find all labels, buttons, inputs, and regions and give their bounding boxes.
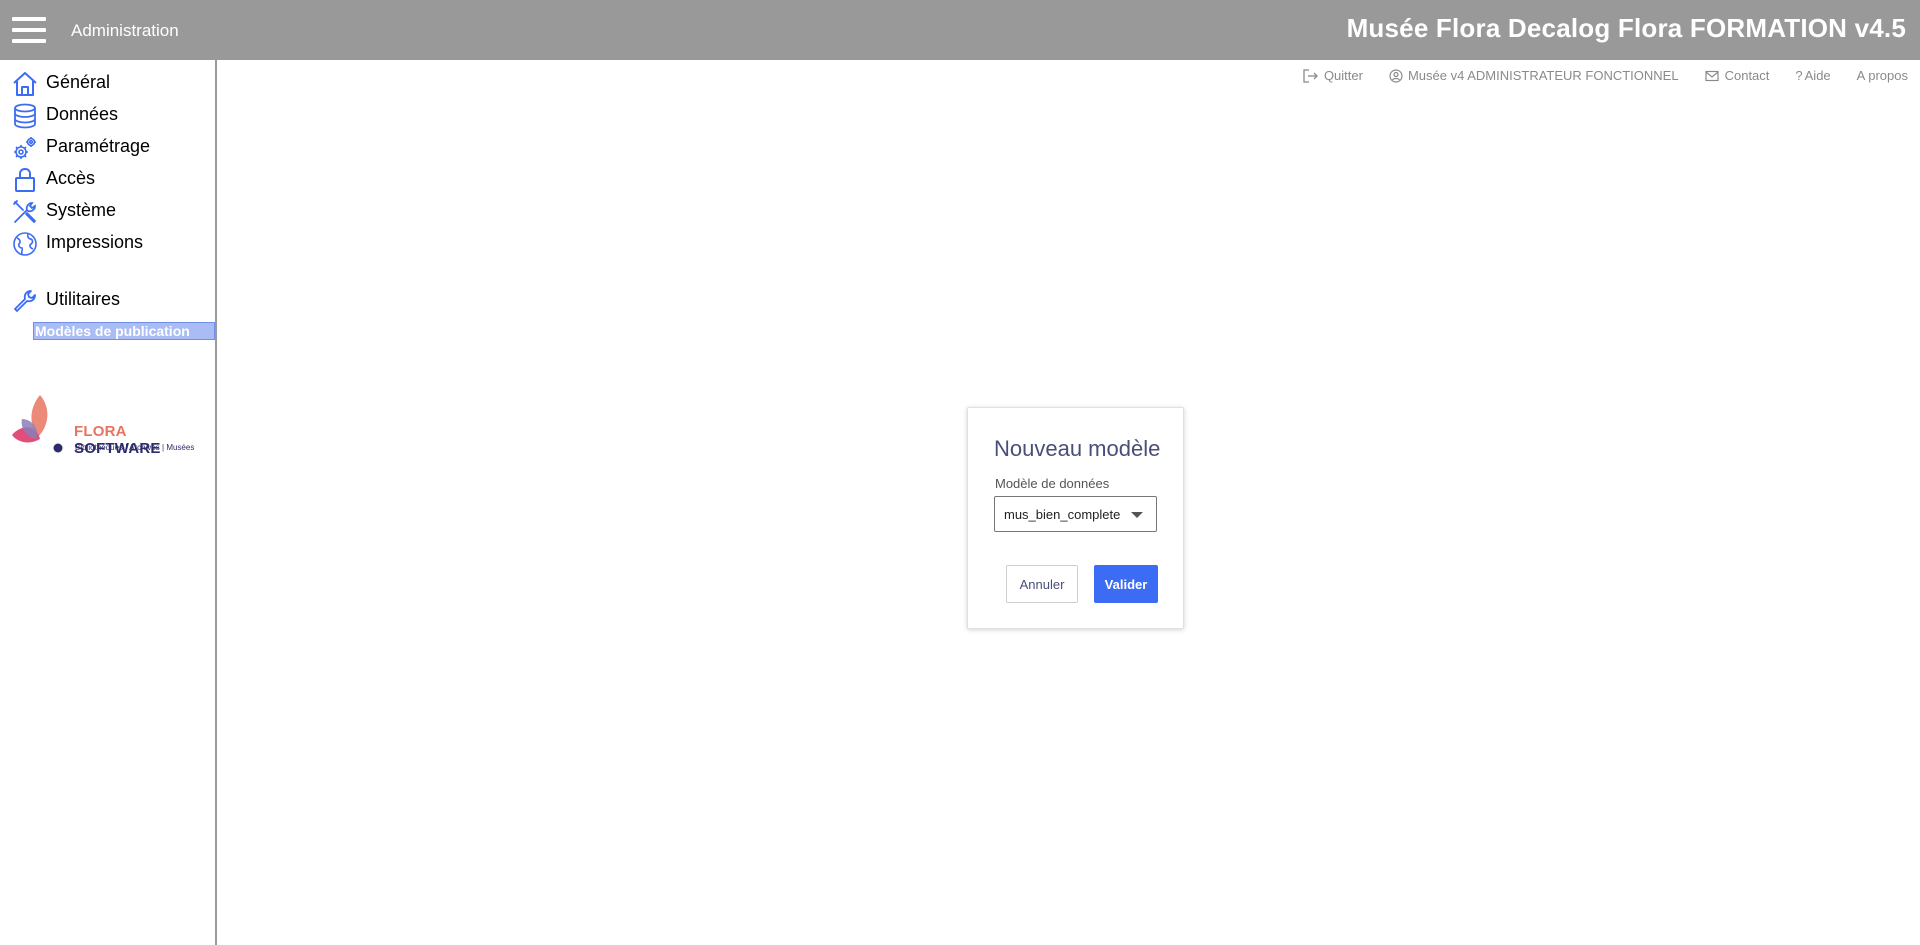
lock-icon [15,167,35,192]
about-label: A propos [1856,68,1908,83]
validate-button[interactable]: Valider [1094,565,1158,603]
sidebar-subitem-modeles-publication[interactable]: Modèles de publication [33,322,215,340]
about-link[interactable]: A propos [1857,68,1908,83]
sidebar-item-general[interactable]: Général [0,68,214,98]
sidebar-item-utilitaires[interactable]: Utilitaires [0,285,214,315]
user-label: Musée v4 ADMINISTRATEUR FONCTIONNEL [1407,68,1679,83]
gears-icon [14,137,36,159]
globe-icon [13,232,37,256]
database-icon [14,103,36,129]
sidebar-item-label: Accès [46,168,96,188]
dialog-title: Nouveau modèle [994,436,1161,461]
sidebar-item-donnees[interactable]: Données [0,100,214,130]
data-model-select[interactable]: mus_bien_complete [994,496,1157,532]
new-model-dialog: Nouveau modèle Modèle de données mus_bie… [967,407,1184,629]
question-icon: ? [1795,68,1803,83]
sidebar-item-label: Général [46,72,111,92]
data-model-label: Modèle de données [995,476,1110,491]
contact-label: Contact [1724,68,1770,83]
contact-link[interactable]: Contact [1704,68,1770,83]
sidebar-item-label: Utilitaires [46,289,121,309]
cancel-button[interactable]: Annuler [1006,565,1078,603]
help-link[interactable]: ? Aide [1795,68,1830,83]
wrench-icon [14,290,36,312]
tools-icon [13,200,37,224]
logout-icon [1303,68,1318,83]
quit-label: Quitter [1323,68,1363,83]
sidebar-item-label: Impressions [46,232,144,252]
user-circle-icon [1389,68,1403,83]
logo-flora-text: FLORA [74,423,127,440]
sidebar-item-impressions[interactable]: Impressions [0,228,214,258]
app-title: Musée Flora Decalog Flora FORMATION v4.5 [1346,13,1906,43]
sidebar-item-label: Données [46,104,119,124]
sidebar-item-parametrage[interactable]: Paramétrage [0,132,214,162]
quit-link[interactable]: Quitter [1303,68,1363,83]
data-model-select-value: mus_bien_complete [1004,507,1121,522]
flora-software-logo: FLORA SOFTWARE Bibliothèques | Archives … [10,393,210,457]
hamburger-menu-icon[interactable] [12,17,46,43]
logo-tagline: Bibliothèques | Archives | Musées [75,443,195,452]
sidebar-item-label: Système [46,200,117,220]
user-link[interactable]: Musée v4 ADMINISTRATEUR FONCTIONNEL [1389,68,1679,83]
home-icon [13,72,37,96]
help-label: Aide [1804,68,1831,83]
sidebar-item-systeme[interactable]: Système [0,196,214,226]
sidebar-item-label: Paramétrage [46,136,151,156]
flora-flower-logo-icon [12,395,63,453]
app-header: Administration Musée Flora Decalog Flora… [0,0,1920,60]
header-section-title: Administration [71,21,179,40]
chevron-down-icon [1131,512,1143,518]
sidebar: Général Données Paramétrage Accès Systèm… [0,60,217,945]
sidebar-item-acces[interactable]: Accès [0,164,214,194]
top-links-bar: Quitter Musée v4 ADMINISTRATEUR FONCTION… [1277,68,1908,83]
envelope-icon [1704,70,1719,81]
